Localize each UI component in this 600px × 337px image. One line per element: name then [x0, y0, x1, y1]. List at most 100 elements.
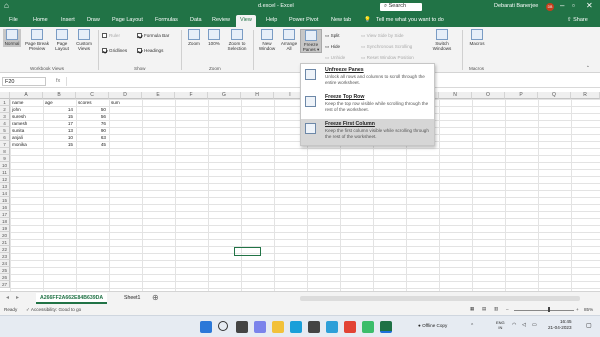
row-header[interactable]: 14: [0, 190, 10, 197]
tray-chevron-icon[interactable]: ⌃: [470, 323, 474, 329]
row-header[interactable]: 16: [0, 204, 10, 211]
column-header[interactable]: D: [109, 92, 142, 99]
row-header[interactable]: 17: [0, 211, 10, 218]
column-header[interactable]: R: [571, 92, 600, 99]
avatar[interactable]: DB: [546, 3, 554, 11]
gridlines-checkbox[interactable]: Gridlines: [102, 48, 127, 53]
row-header[interactable]: 10: [0, 162, 10, 169]
add-sheet-icon[interactable]: ⊕: [152, 293, 159, 302]
row-header[interactable]: 11: [0, 169, 10, 176]
minimize-icon[interactable]: –: [560, 1, 564, 10]
windows-start-icon[interactable]: [200, 321, 212, 333]
row-header[interactable]: 23: [0, 253, 10, 260]
close-icon[interactable]: ✕: [586, 1, 593, 10]
row-header[interactable]: 4: [0, 120, 10, 127]
split-button[interactable]: ▭ Split: [325, 33, 340, 39]
file-explorer-icon[interactable]: [272, 321, 284, 333]
switch-windows-button[interactable]: Switch Windows: [430, 29, 454, 51]
cell[interactable]: john: [11, 106, 43, 113]
sheet-tab-active[interactable]: A266FF2A662E84B639DA: [36, 293, 108, 304]
sheet-tab[interactable]: Sheet1: [120, 293, 144, 304]
next-sheet-icon[interactable]: ▸: [16, 294, 19, 301]
prev-sheet-icon[interactable]: ◂: [6, 294, 9, 301]
column-header[interactable]: C: [76, 92, 109, 99]
offline-copy-status[interactable]: ● Offline Copy: [418, 323, 447, 328]
row-header[interactable]: 18: [0, 218, 10, 225]
zoom-in-icon[interactable]: +: [576, 307, 579, 312]
cell[interactable]: 14: [43, 106, 76, 113]
column-header[interactable]: A: [10, 92, 43, 99]
tab-new-tab[interactable]: New tab: [331, 17, 351, 23]
column-header[interactable]: B: [43, 92, 76, 99]
cell[interactable]: sunita: [11, 127, 43, 134]
volume-icon[interactable]: ◁: [522, 322, 526, 328]
name-box[interactable]: F20: [2, 77, 46, 86]
row-header[interactable]: 20: [0, 232, 10, 239]
store-icon[interactable]: [308, 321, 320, 333]
zoom-out-icon[interactable]: –: [506, 307, 509, 312]
headings-checkbox[interactable]: Headings: [137, 48, 163, 53]
row-header[interactable]: 9: [0, 155, 10, 162]
row-header[interactable]: 21: [0, 239, 10, 246]
page-break-view-icon[interactable]: ▥: [494, 306, 498, 312]
row-header[interactable]: 1: [0, 99, 10, 106]
row-header[interactable]: 27: [0, 281, 10, 288]
column-header[interactable]: P: [505, 92, 538, 99]
row-header[interactable]: 7: [0, 141, 10, 148]
notification-icon[interactable]: ▢: [586, 322, 592, 329]
custom-views-button[interactable]: Custom Views: [73, 29, 95, 51]
row-header[interactable]: 8: [0, 148, 10, 155]
cell[interactable]: 10: [43, 134, 76, 141]
search-box[interactable]: ⌕ Search: [380, 3, 423, 11]
column-header[interactable]: N: [439, 92, 472, 99]
tab-page-layout[interactable]: Page Layout: [112, 17, 143, 23]
cell[interactable]: 15: [43, 141, 76, 148]
row-header[interactable]: 25: [0, 267, 10, 274]
zoom-button[interactable]: Zoom: [185, 29, 203, 46]
tab-insert[interactable]: Insert: [61, 17, 75, 23]
cell[interactable]: 63: [76, 134, 109, 141]
row-header[interactable]: 5: [0, 127, 10, 134]
collapse-ribbon-icon[interactable]: ⌃: [586, 65, 590, 71]
cell[interactable]: sum: [110, 99, 142, 106]
task-view-icon[interactable]: [236, 321, 248, 333]
menu-item-freeze-first-column[interactable]: Freeze First Column Keep the first colum…: [301, 119, 434, 145]
cell[interactable]: ramesh: [11, 120, 43, 127]
column-header[interactable]: G: [208, 92, 241, 99]
cell[interactable]: scores: [77, 99, 109, 106]
arrange-all-button[interactable]: Arrange All: [279, 29, 299, 51]
cell[interactable]: suresh: [11, 113, 43, 120]
user-name[interactable]: Debarati Banerjee: [494, 3, 538, 9]
menu-item-unfreeze-panes[interactable]: Unfreeze Panes Unlock all rows and colum…: [301, 65, 434, 91]
page-layout-view-icon[interactable]: ▤: [482, 306, 486, 312]
hide-button[interactable]: ▭ Hide: [325, 44, 340, 50]
reset-window-position-button[interactable]: ▭ Reset Window Position: [361, 55, 414, 61]
cell[interactable]: 56: [76, 113, 109, 120]
tab-formulas[interactable]: Formulas: [155, 17, 178, 23]
chrome-icon[interactable]: [344, 321, 356, 333]
view-side-by-side-button[interactable]: ▭ View Side by Side: [361, 33, 404, 39]
menu-item-freeze-top-row[interactable]: Freeze Top Row Keep the top row visible …: [301, 92, 434, 118]
row-header[interactable]: 12: [0, 176, 10, 183]
cell[interactable]: age: [44, 99, 76, 106]
fx-icon[interactable]: fx: [56, 78, 60, 84]
row-header[interactable]: 2: [0, 106, 10, 113]
normal-view-icon[interactable]: ▦: [470, 306, 474, 312]
row-header[interactable]: 3: [0, 113, 10, 120]
column-header[interactable]: O: [472, 92, 505, 99]
new-window-button[interactable]: New Window: [256, 29, 278, 51]
autosave-icon[interactable]: ⌂: [4, 1, 9, 10]
zoom-level[interactable]: 85%: [584, 307, 593, 312]
cell[interactable]: 90: [76, 127, 109, 134]
tab-help[interactable]: Help: [266, 17, 277, 23]
tell-me-input[interactable]: Tell me what you want to do: [376, 17, 444, 23]
search-icon[interactable]: [218, 321, 228, 331]
horizontal-scrollbar[interactable]: [300, 296, 580, 301]
row-header[interactable]: 19: [0, 225, 10, 232]
column-header[interactable]: H: [241, 92, 274, 99]
row-header[interactable]: 13: [0, 183, 10, 190]
tab-view[interactable]: View: [236, 15, 256, 27]
cell[interactable]: 15: [43, 113, 76, 120]
row-header[interactable]: 26: [0, 274, 10, 281]
clock[interactable]: 16:45 21-04-2023: [548, 319, 572, 331]
